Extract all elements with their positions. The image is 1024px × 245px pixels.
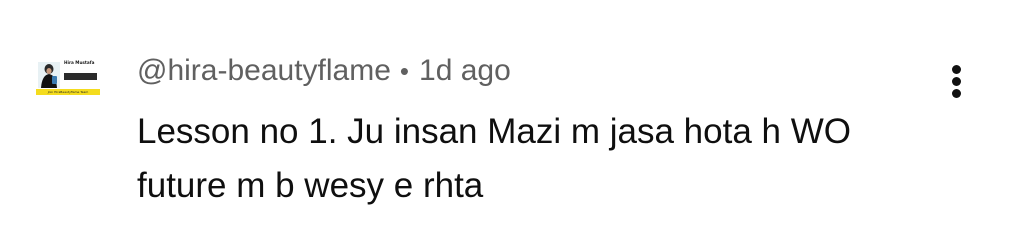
profile-figure-icon bbox=[38, 62, 60, 88]
more-vert-icon-dot bbox=[952, 89, 961, 98]
avatar-stats-bar bbox=[64, 73, 97, 80]
comment-body: Lesson no 1. Ju insan Mazi m jasa hota h… bbox=[137, 105, 957, 213]
author-handle-link[interactable]: @hira-beautyflame bbox=[137, 54, 391, 88]
avatar-name-text: Hira Mustafa bbox=[64, 60, 95, 65]
comment-timestamp: 1d ago bbox=[419, 54, 511, 87]
comment-header: @hira-beautyflame • 1d ago bbox=[137, 50, 511, 92]
more-vert-icon bbox=[952, 65, 961, 74]
comment-text-line-1: Lesson no 1. Ju insan Mazi m jasa hota h… bbox=[137, 112, 851, 151]
comment-action-menu-button[interactable] bbox=[936, 58, 976, 102]
avatar-banner: Join HiraBeautyflame Team bbox=[36, 89, 100, 95]
avatar[interactable]: Hira Mustafa Join HiraBeautyflame Team bbox=[36, 58, 100, 98]
comment-item: Hira Mustafa Join HiraBeautyflame Team @… bbox=[0, 0, 1024, 245]
more-vert-icon-dot bbox=[952, 77, 961, 86]
header-separator: • bbox=[399, 55, 410, 86]
comment-text-line-2: future m b wesy e rhta bbox=[137, 166, 484, 205]
